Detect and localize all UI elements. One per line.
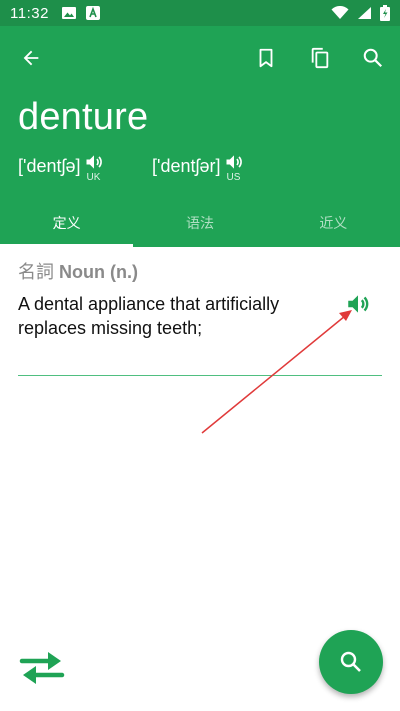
search-icon [340, 651, 361, 672]
word-header: denture ['dentʃə] UK ['dentʃər] US 定义 语法… [0, 26, 400, 247]
pronunciation-us: ['dentʃər] US [152, 152, 246, 188]
speaker-us-button[interactable]: US [224, 152, 246, 188]
signal-icon [358, 7, 371, 19]
pos-chinese: 名詞 [18, 262, 54, 283]
speaker-icon [348, 295, 369, 313]
part-of-speech: 名詞 Noun (n.) [18, 258, 138, 284]
speaker-uk-button[interactable]: UK [84, 152, 106, 188]
screen: 11:32 denture ['dentʃə] UK ['dentʃər] US… [0, 0, 400, 711]
copy-icon [311, 47, 329, 69]
region-us: US [226, 172, 241, 183]
search-fab[interactable] [319, 630, 383, 694]
wifi-icon [331, 6, 349, 19]
back-button[interactable] [11, 38, 51, 78]
search-button[interactable] [353, 38, 393, 78]
pronunciation-uk: ['dentʃə] UK [18, 152, 106, 188]
swap-arrows-icon [19, 652, 65, 684]
status-left-icons [61, 5, 101, 21]
definition-speaker-button[interactable] [345, 291, 371, 317]
a-badge-icon [85, 6, 100, 20]
tab-grammar[interactable]: 语法 [133, 198, 266, 247]
ipa-us: ['dentʃər] [152, 156, 221, 176]
tab-synonyms[interactable]: 近义 [267, 198, 400, 247]
pos-english: Noun (n.) [59, 262, 138, 282]
tab-indicator [0, 244, 133, 247]
copy-button[interactable] [300, 38, 340, 78]
status-bar: 11:32 [0, 0, 400, 26]
swap-button[interactable] [18, 648, 66, 688]
battery-icon [380, 5, 390, 21]
search-icon [363, 48, 383, 68]
app-bar [0, 26, 400, 90]
bookmark-button[interactable] [246, 38, 286, 78]
image-icon [61, 7, 76, 19]
status-right-icons [331, 5, 390, 21]
definition-text: A dental appliance that artificially rep… [18, 294, 280, 338]
tab-definition[interactable]: 定义 [0, 198, 133, 247]
status-time: 11:32 [10, 4, 49, 22]
word-title: denture [18, 96, 149, 138]
speaker-icon [86, 155, 103, 169]
tab-bar: 定义 语法 近义 [0, 198, 400, 247]
divider [18, 375, 382, 376]
speaker-icon [226, 155, 243, 169]
region-uk: UK [86, 172, 101, 183]
ipa-uk: ['dentʃə] [18, 156, 81, 176]
back-icon [23, 50, 39, 66]
bookmark-icon [259, 48, 273, 68]
